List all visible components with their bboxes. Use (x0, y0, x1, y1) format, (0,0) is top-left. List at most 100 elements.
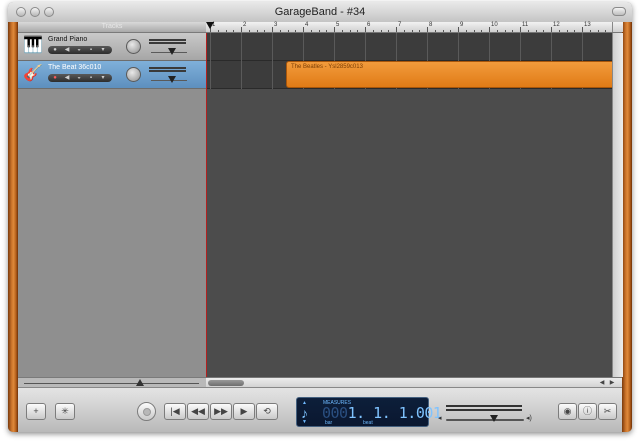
record-icon (143, 408, 151, 416)
lcd-time-value: 1. 1. 1.001 (347, 404, 442, 422)
playhead-line (206, 33, 207, 387)
cycle-button[interactable]: ⟲ (256, 403, 278, 420)
ruler-tick (558, 30, 560, 32)
ruler-tick (365, 27, 366, 32)
track-volume-thumb[interactable] (168, 48, 176, 55)
ruler-tick (411, 30, 413, 32)
record-button[interactable] (137, 402, 156, 421)
lock-icon[interactable]: ▪ (88, 75, 94, 81)
tracks-header-label: Tracks (101, 23, 123, 30)
lcd-time-readout[interactable]: 0001. 1. 1.001 (322, 404, 442, 422)
ruler-tick (334, 27, 335, 32)
ruler-tick (527, 30, 529, 32)
ruler-mark: 10 (491, 22, 498, 28)
zoom-slider-track (24, 383, 199, 384)
horizontal-scroll-thumb[interactable] (208, 380, 244, 386)
go-to-beginning-button[interactable]: |◀ (164, 403, 186, 420)
ruler-tick (326, 30, 328, 32)
toolbar-toggle-button[interactable] (612, 7, 626, 16)
solo-icon[interactable]: ◒ (76, 47, 82, 53)
track-header-grand-piano[interactable]: 🎹 Grand Piano ● ◀ ◒ ▪ ▾ (18, 33, 206, 61)
media-browser-eye-button[interactable]: ◉ (558, 403, 577, 420)
ruler-tick (605, 30, 607, 32)
ruler-end-button[interactable] (612, 22, 623, 32)
ruler-tick (248, 30, 250, 32)
ruler-mark: 6 (367, 22, 371, 28)
ruler-tick (372, 30, 374, 32)
audio-region[interactable]: The Beatles - Ysl2859c013 (286, 61, 622, 88)
level-meter-left (149, 67, 186, 69)
master-volume-thumb[interactable] (490, 415, 498, 422)
ruler-tick (473, 30, 475, 32)
tracks-header: Tracks (18, 22, 206, 33)
ruler-tick (310, 30, 312, 32)
track-name: Grand Piano (48, 36, 88, 43)
zoom-slider-thumb[interactable] (136, 379, 144, 386)
ruler-mark: 8 (429, 22, 433, 28)
pan-knob[interactable] (126, 39, 141, 54)
level-meter-right (149, 42, 186, 44)
wood-panel-left (8, 22, 18, 432)
grid-line (241, 33, 242, 89)
ruler-tick (458, 27, 459, 32)
ruler-tick (465, 30, 467, 32)
ruler-mark: 9 (460, 22, 464, 28)
ruler-mark: 7 (398, 22, 402, 28)
ruler-mark: 5 (336, 22, 340, 28)
ruler-tick (380, 30, 382, 32)
level-meter-left (149, 39, 186, 41)
ruler-mark: 13 (584, 22, 591, 28)
track-info-button[interactable]: ⓘ (578, 403, 597, 420)
ruler-tick (264, 30, 266, 32)
rewind-button[interactable]: ◀◀ (187, 403, 209, 420)
ruler-tick (396, 27, 397, 32)
editor-button[interactable]: ✂ (598, 403, 617, 420)
grid-line (272, 33, 273, 89)
record-enable-icon[interactable]: ● (52, 47, 58, 53)
ruler-tick (318, 30, 320, 32)
fast-forward-button[interactable]: ▶▶ (210, 403, 232, 420)
ruler-tick (520, 27, 521, 32)
guitar-icon: 🎸 (23, 65, 43, 82)
control-bar: + ✳ |◀ ◀◀ ▶▶ ▶ ⟲ ▲ ▼ MEASURES ♪ 0001. 1.… (18, 387, 622, 432)
solo-icon[interactable]: ◒ (76, 75, 82, 81)
play-button[interactable]: ▶ (233, 403, 255, 420)
ruler-tick (551, 27, 552, 32)
volume-high-icon: ◂) (526, 415, 532, 422)
lcd-beat-label: beat (363, 420, 373, 426)
loop-browser-button[interactable]: ✳ (55, 403, 75, 420)
lcd-note-icon: ♪ (301, 405, 308, 421)
ruler-tick (272, 27, 273, 32)
track-volume-thumb[interactable] (168, 76, 176, 83)
lock-icon[interactable]: ▪ (88, 47, 94, 53)
ruler-tick (481, 30, 483, 32)
ruler-tick (489, 27, 490, 32)
master-volume-slider[interactable] (446, 419, 524, 421)
title-bar[interactable]: GarageBand - #34 (8, 2, 632, 23)
lcd-display[interactable]: ▲ ▼ MEASURES ♪ 0001. 1. 1.001 bar beat (296, 397, 442, 427)
track-menu-chevron-down-icon[interactable]: ▾ (100, 75, 106, 81)
add-track-button[interactable]: + (26, 403, 46, 420)
track-header-the-beat[interactable]: 🎸 The Beat 36c010 ● ◀ ◒ ▪ ▾ (18, 61, 206, 89)
mute-icon[interactable]: ◀ (64, 47, 70, 53)
scroll-left-arrow-icon[interactable]: ◀ (598, 379, 606, 387)
ruler-tick (574, 30, 576, 32)
vertical-scrollbar[interactable] (612, 33, 623, 377)
record-enable-icon[interactable]: ● (52, 75, 58, 81)
ruler-tick (566, 30, 568, 32)
ruler-mark: 2 (243, 22, 247, 28)
beat-ruler[interactable]: 1 2 3 4 5 6 7 8 9 10 11 12 13 (206, 22, 622, 33)
window-title: GarageBand - #34 (274, 6, 366, 18)
track-menu-chevron-down-icon[interactable]: ▾ (100, 47, 106, 53)
ruler-tick (450, 30, 452, 32)
scroll-right-arrow-icon[interactable]: ▶ (608, 379, 616, 387)
ruler-tick (303, 27, 304, 32)
ruler-tick (504, 30, 506, 32)
playhead-marker[interactable] (206, 22, 214, 29)
ruler-tick (434, 30, 436, 32)
ruler-tick (543, 30, 545, 32)
pan-knob[interactable] (126, 67, 141, 82)
mute-icon[interactable]: ◀ (64, 75, 70, 81)
track-name: The Beat 36c010 (48, 64, 102, 71)
ruler-tick (225, 30, 227, 32)
